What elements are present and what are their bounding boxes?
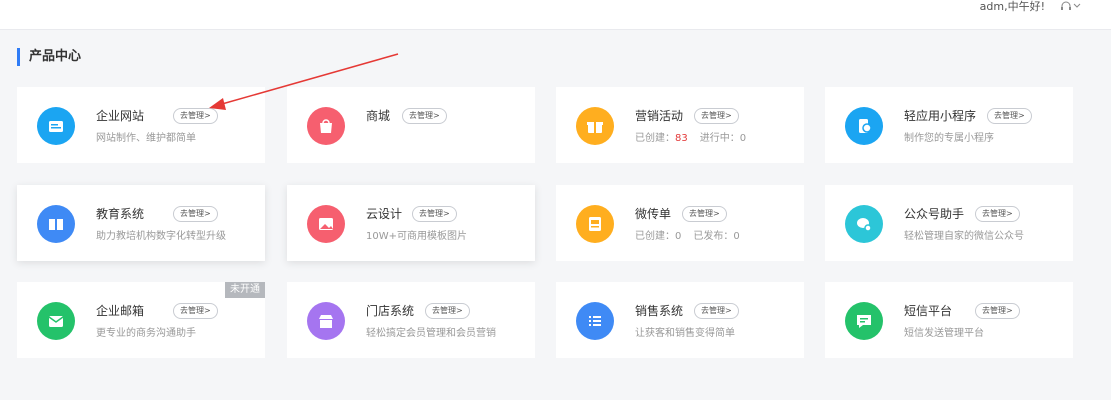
manage-button[interactable]: 去管理> xyxy=(694,108,739,124)
stat-value: 0 xyxy=(739,133,747,144)
product-description: 已创建：0 已发布：0 xyxy=(635,230,740,244)
product-name: 公众号助手 xyxy=(904,207,965,221)
product-name: 销售系统 xyxy=(635,304,684,318)
list-icon xyxy=(576,302,614,340)
product-name: 微传单 xyxy=(635,207,672,221)
manage-button[interactable]: 去管理> xyxy=(975,206,1020,222)
section-title: 产品中心 xyxy=(17,48,81,66)
manage-button[interactable]: 去管理> xyxy=(402,108,447,124)
chat-gear-icon xyxy=(845,205,883,243)
product-card[interactable]: 轻应用小程序 去管理> 制作您的专属小程序 xyxy=(825,87,1073,163)
product-name: 教育系统 xyxy=(96,207,145,221)
product-card[interactable]: 微传单 去管理> 已创建：0 已发布：0 xyxy=(556,185,804,261)
store-icon xyxy=(307,302,345,340)
image-icon xyxy=(307,205,345,243)
stat-value: 0 xyxy=(675,231,682,242)
stat-label: 已创建： xyxy=(635,231,675,242)
product-card[interactable]: 门店系统 去管理> 轻松搞定会员管理和会员营销 xyxy=(287,282,535,358)
product-card[interactable]: 短信平台 去管理> 短信发送管理平台 xyxy=(825,282,1073,358)
product-name: 营销活动 xyxy=(635,109,684,123)
stat-value: 0 xyxy=(733,231,740,242)
product-card[interactable]: 企业邮箱 去管理> 更专业的商务沟通助手 未开通 xyxy=(17,282,265,358)
product-description: 轻松搞定会员管理和会员营销 xyxy=(366,328,496,339)
product-card[interactable]: 商城 去管理> xyxy=(287,87,535,163)
stat-label: 进行中： xyxy=(699,133,740,144)
product-name: 企业网站 xyxy=(96,109,145,123)
top-bar: adm,中午好! xyxy=(0,0,1111,30)
stat-value: 83 xyxy=(675,133,688,144)
status-badge: 未开通 xyxy=(225,282,265,298)
product-description: 短信发送管理平台 xyxy=(904,328,984,339)
product-description: 已创建：83 进行中：0 xyxy=(635,132,746,146)
mini-program-icon xyxy=(845,107,883,145)
product-name: 企业邮箱 xyxy=(96,304,145,318)
product-card[interactable]: 企业网站 去管理> 网站制作、维护都简单 xyxy=(17,87,265,163)
shop-bag-icon xyxy=(307,107,345,145)
user-greeting[interactable]: adm,中午好! xyxy=(980,0,1045,13)
product-description: 助力教培机构数字化转型升级 xyxy=(96,231,226,242)
book-icon xyxy=(37,205,75,243)
manage-button[interactable]: 去管理> xyxy=(173,108,218,124)
product-description: 更专业的商务沟通助手 xyxy=(96,328,196,339)
product-card[interactable]: 教育系统 去管理> 助力教培机构数字化转型升级 xyxy=(17,185,265,261)
product-description: 网站制作、维护都简单 xyxy=(96,133,196,144)
product-card[interactable]: 云设计 去管理> 10W+可商用模板图片 xyxy=(287,185,535,261)
stat-label: 已发布： xyxy=(693,231,734,242)
product-card[interactable]: 营销活动 去管理> 已创建：83 进行中：0 xyxy=(556,87,804,163)
message-icon xyxy=(845,302,883,340)
manage-button[interactable]: 去管理> xyxy=(694,303,739,319)
product-name: 短信平台 xyxy=(904,304,953,318)
manage-button[interactable]: 去管理> xyxy=(975,303,1020,319)
product-description: 制作您的专属小程序 xyxy=(904,133,994,144)
product-name: 云设计 xyxy=(366,207,403,221)
mail-icon xyxy=(37,302,75,340)
product-name: 门店系统 xyxy=(366,304,415,318)
gift-icon xyxy=(576,107,614,145)
headset-icon[interactable] xyxy=(1059,0,1081,15)
product-description: 轻松管理自家的微信公众号 xyxy=(904,231,1024,242)
manage-button[interactable]: 去管理> xyxy=(173,303,218,319)
manage-button[interactable]: 去管理> xyxy=(412,206,457,222)
product-name: 轻应用小程序 xyxy=(904,109,977,123)
website-icon xyxy=(37,107,75,145)
product-name: 商城 xyxy=(366,109,391,123)
product-description: 10W+可商用模板图片 xyxy=(366,231,467,242)
product-card[interactable]: 销售系统 去管理> 让获客和销售变得简单 xyxy=(556,282,804,358)
stat-label: 已创建： xyxy=(635,133,675,144)
manage-button[interactable]: 去管理> xyxy=(173,206,218,222)
product-description: 让获客和销售变得简单 xyxy=(635,328,735,339)
product-card[interactable]: 公众号助手 去管理> 轻松管理自家的微信公众号 xyxy=(825,185,1073,261)
flyer-icon xyxy=(576,205,614,243)
manage-button[interactable]: 去管理> xyxy=(425,303,470,319)
manage-button[interactable]: 去管理> xyxy=(987,108,1032,124)
manage-button[interactable]: 去管理> xyxy=(682,206,727,222)
